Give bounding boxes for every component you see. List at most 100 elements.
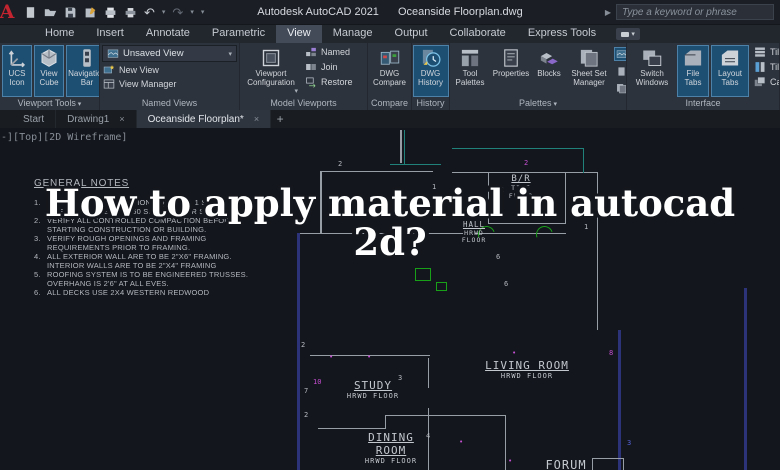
room-label-line: HRWD FLOOR bbox=[500, 372, 554, 380]
qat-new-file-button[interactable] bbox=[24, 6, 37, 19]
room-label-line: HRWD FLOOR bbox=[364, 457, 418, 465]
plan-marker: 2 bbox=[301, 341, 306, 349]
plan-marker: 3 bbox=[398, 374, 403, 382]
palette-extra-icon-5[interactable] bbox=[614, 81, 626, 95]
panel-label-palettes[interactable]: Palettes ▾ bbox=[450, 97, 626, 110]
palette-extra-icon-1[interactable] bbox=[614, 47, 626, 61]
drawing-canvas[interactable]: [-][Top][2D Wireframe] GENERAL NOTES 1. F… bbox=[0, 128, 780, 470]
qat-redo-button[interactable]: ↷ bbox=[172, 6, 183, 19]
wall-segment bbox=[297, 233, 300, 470]
ribbon-tab-view[interactable]: View bbox=[276, 25, 322, 43]
room-label-forum: FORUM bbox=[545, 458, 586, 470]
file-tabs-button[interactable]: File Tabs bbox=[677, 45, 709, 97]
wall-segment bbox=[428, 358, 429, 388]
qat-undo-dropdown-icon[interactable]: ▾ bbox=[162, 8, 166, 16]
chevron-down-icon: ▾ bbox=[294, 88, 298, 95]
panel-label-interface[interactable]: Interface bbox=[627, 97, 779, 110]
panel-label-viewport-tools[interactable]: Viewport Tools ▾ bbox=[0, 97, 99, 110]
qat-undo-button[interactable]: ↶ bbox=[144, 6, 155, 19]
ribbon-tab-express-tools[interactable]: Express Tools bbox=[517, 25, 607, 43]
app-title: Autodesk AutoCAD 2021 bbox=[257, 6, 379, 18]
plan-marker: 2 bbox=[338, 160, 343, 168]
wall-segment bbox=[320, 171, 433, 172]
cascade-icon bbox=[754, 76, 766, 88]
panel-label-model-viewports[interactable]: Model Viewports bbox=[240, 97, 367, 110]
join-button[interactable]: Join bbox=[302, 60, 356, 74]
panel-label-named-views[interactable]: Named Views bbox=[100, 97, 239, 110]
properties-button[interactable]: Properties bbox=[490, 45, 532, 97]
ribbon-tab-annotate[interactable]: Annotate bbox=[135, 25, 201, 43]
note-number: 6. bbox=[34, 288, 41, 297]
panel-label-compare[interactable]: Compare bbox=[368, 97, 411, 110]
viewport-configuration-button[interactable]: Viewport Configuration ▾ bbox=[242, 45, 300, 97]
qat-save-as-button[interactable] bbox=[84, 6, 97, 19]
plan-marker: 6 bbox=[504, 280, 509, 288]
wall-segment bbox=[390, 164, 441, 165]
ribbon-tab-home[interactable]: Home bbox=[34, 25, 85, 43]
view-manager-button[interactable]: View Manager bbox=[100, 77, 239, 91]
new-view-button[interactable]: New View bbox=[100, 63, 239, 77]
palette-extra-icon-3[interactable] bbox=[614, 64, 627, 78]
tile-horizontally-icon bbox=[754, 46, 766, 58]
search-collapse-icon[interactable]: ▶ bbox=[605, 8, 611, 17]
view-dropdown[interactable]: Unsaved View ▾ bbox=[102, 45, 237, 62]
properties-label: Properties bbox=[492, 69, 530, 78]
panel-label-history[interactable]: History bbox=[412, 97, 449, 110]
viewport-controls-label[interactable]: [-][Top][2D Wireframe] bbox=[0, 132, 127, 143]
tile-vertically-button[interactable]: Tile Vertically bbox=[751, 60, 779, 74]
dwg-history-button[interactable]: DWG History bbox=[412, 45, 449, 97]
file-tab-start[interactable]: Start bbox=[12, 110, 57, 128]
doc-icon bbox=[616, 66, 627, 77]
layout-tabs-label: Layout Tabs bbox=[717, 69, 743, 87]
ribbon-options-button[interactable]: ▾ bbox=[616, 28, 641, 40]
search-input[interactable]: Type a keyword or phrase bbox=[616, 4, 774, 20]
restore-button[interactable]: Restore bbox=[302, 75, 356, 89]
new-drawing-tab-button[interactable]: + bbox=[271, 110, 289, 128]
dwg-compare-button[interactable]: DWG Compare bbox=[372, 45, 408, 97]
qat-open-folder-button[interactable] bbox=[44, 6, 57, 19]
door-symbol bbox=[436, 282, 447, 291]
navigation-bar-button[interactable]: Navigation Bar bbox=[66, 45, 99, 97]
panel-compare: DWG Compare Compare bbox=[368, 43, 412, 110]
layout-tabs-button[interactable]: Layout Tabs bbox=[711, 45, 749, 97]
dwg-history-label: DWG History bbox=[418, 69, 443, 87]
ribbon-tab-parametric[interactable]: Parametric bbox=[201, 25, 276, 43]
panel-viewport-tools: UCS Icon View Cube Navigation Bar Viewport… bbox=[0, 43, 100, 110]
note-text: ALL DECKS USE 2X4 WESTERN REDWOOD bbox=[47, 288, 210, 297]
ribbon-tab-manage[interactable]: Manage bbox=[322, 25, 384, 43]
ribbon-tab-insert[interactable]: Insert bbox=[85, 25, 135, 43]
viewport-configuration-icon bbox=[261, 48, 281, 68]
qat-plot-button[interactable] bbox=[104, 6, 117, 19]
blocks-button[interactable]: Blocks bbox=[534, 45, 564, 97]
qat-customize-icon[interactable]: ▾ bbox=[201, 8, 205, 16]
wall-segment bbox=[452, 172, 598, 173]
plan-marker: 2 bbox=[304, 411, 309, 419]
plan-marker: • bbox=[459, 438, 464, 446]
wall-segment bbox=[404, 130, 405, 164]
ribbon-tab-output[interactable]: Output bbox=[384, 25, 439, 43]
panel-named-views: Unsaved View ▾ New View View Manager Named … bbox=[100, 43, 240, 110]
qat-print-button[interactable] bbox=[124, 6, 137, 19]
tool-palettes-button[interactable]: Tool Palettes bbox=[452, 45, 488, 97]
view-cube-button[interactable]: View Cube bbox=[34, 45, 64, 97]
plan-marker: 8 bbox=[609, 349, 614, 357]
cascade-button[interactable]: Cascade bbox=[751, 75, 779, 89]
named-icon bbox=[305, 46, 317, 58]
named-button[interactable]: Named bbox=[302, 45, 356, 59]
restore-icon bbox=[305, 76, 317, 88]
tile-horizontally-button[interactable]: Tile Horizontally bbox=[751, 45, 779, 59]
file-tab-label: Drawing1 bbox=[67, 113, 110, 125]
close-icon[interactable]: × bbox=[119, 114, 124, 124]
ucs-icon-button[interactable]: UCS Icon bbox=[2, 45, 32, 97]
qat-redo-dropdown-icon[interactable]: ▾ bbox=[190, 8, 194, 16]
file-tab-oceanside-floorplan[interactable]: Oceanside Floorplan* × bbox=[136, 110, 272, 128]
close-icon[interactable]: × bbox=[254, 114, 259, 124]
qat-save-button[interactable] bbox=[64, 6, 77, 19]
blocks-icon bbox=[539, 48, 559, 68]
ribbon-tab-collaborate[interactable]: Collaborate bbox=[439, 25, 517, 43]
plan-marker: • bbox=[508, 457, 513, 465]
sheet-set-manager-button[interactable]: Sheet Set Manager bbox=[566, 45, 612, 97]
file-tab-drawing1[interactable]: Drawing1 × bbox=[56, 110, 137, 128]
switch-windows-button[interactable]: Switch Windows bbox=[629, 45, 675, 97]
autocad-logo[interactable]: A bbox=[0, 0, 17, 25]
